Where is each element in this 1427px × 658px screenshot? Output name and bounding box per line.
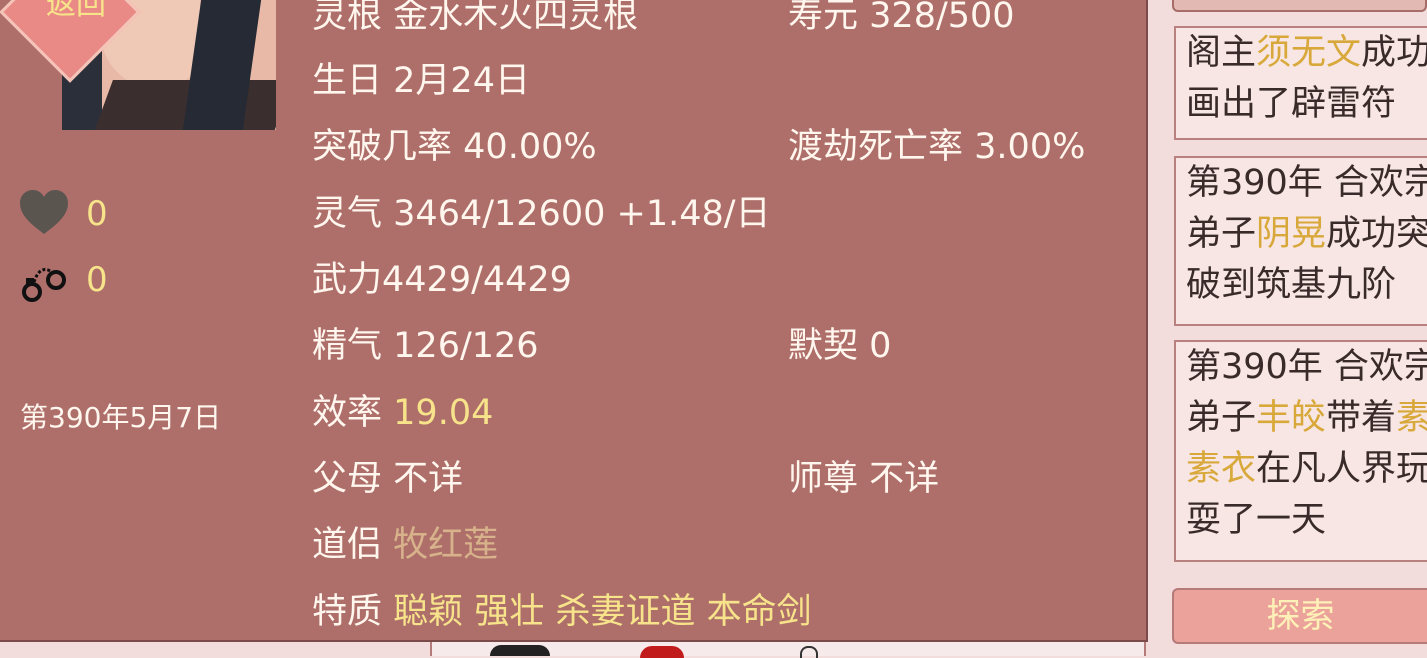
stat-efficiency: 效率 19.04 [312, 393, 493, 433]
heart-count: 0 [86, 194, 108, 234]
event-line: 第390年 合欢宗 [1186, 347, 1427, 387]
stat-value: 3.00% [974, 127, 1086, 167]
handcuff-icon [22, 268, 66, 302]
stat-label: 生日 [312, 61, 383, 101]
event-line: 第390年 合欢宗 [1186, 163, 1427, 203]
character-hair-sprite [490, 645, 550, 656]
stat-value: 2月24日 [393, 61, 530, 101]
heart-icon [20, 190, 68, 234]
event-line: 素衣在凡人界玩 [1186, 444, 1427, 495]
stat-label: 渡劫死亡率 [788, 127, 964, 167]
stat-wuli: 武力4429/4429 [312, 260, 572, 300]
stat-value: 126/126 [393, 326, 539, 366]
stat-shouyuan: 寿元 328/500 [788, 0, 1015, 36]
stat-jingqi: 精气 126/126 [312, 326, 539, 366]
stat-value: 不详 [869, 459, 940, 499]
stat-value: 19.04 [393, 393, 494, 433]
event-card: 阁主须无文成功 画出了辟雷符 [1174, 26, 1427, 140]
stat-label: 寿元 [788, 0, 859, 36]
stat-label: 精气 [312, 326, 383, 366]
event-line: 画出了辟雷符 [1186, 84, 1397, 124]
explore-button[interactable]: 探索 [1172, 588, 1427, 644]
stat-daolv: 道侣 牧红莲 [312, 525, 498, 565]
stat-value: 金水木火四灵根 [393, 0, 639, 36]
event-highlight: 丰皎 [1256, 398, 1327, 438]
event-card: 第390年 合欢宗 弟子丰皎带着素 素衣在凡人界玩 耍了一天 [1174, 340, 1427, 562]
stat-dujie: 渡劫死亡率 3.00% [788, 127, 1085, 167]
event-line: 破到筑基九阶 [1186, 265, 1397, 305]
event-line: 弟子阴晃成功突 [1186, 209, 1427, 260]
event-highlight: 阴晃 [1256, 214, 1327, 254]
stat-value: 不详 [393, 459, 464, 499]
stat-label: 特质 [312, 592, 383, 632]
stat-label: 默契 [788, 326, 859, 366]
event-log-top-edge [1172, 0, 1427, 12]
stat-value: 40.00% [463, 127, 597, 167]
stat-traits: 特质 聪颖 强壮 杀妻证道 本命剑 [312, 592, 812, 632]
heart-sprite [640, 646, 684, 658]
trait-tag[interactable]: 杀妻证道 [555, 592, 695, 632]
event-line: 阁主须无文成功 [1186, 28, 1427, 79]
stat-label: 灵气 [312, 194, 383, 234]
event-text: 带着 [1326, 398, 1397, 438]
event-card: 第390年 合欢宗 弟子阴晃成功突 破到筑基九阶 [1174, 156, 1427, 326]
stat-value: 0 [869, 326, 892, 366]
stat-moqi: 默契 0 [788, 326, 891, 366]
trait-tag[interactable]: 本命剑 [707, 592, 812, 632]
stat-label: 父母 [312, 459, 383, 499]
stat-breakthrough: 突破几率 40.00% [312, 127, 597, 167]
event-text: 成功突 [1326, 214, 1427, 254]
game-date: 第390年5月7日 [20, 401, 222, 434]
stat-value: 4429/4429 [382, 260, 572, 300]
stat-label: 灵根 [312, 0, 383, 36]
event-line: 弟子丰皎带着素 [1186, 393, 1427, 444]
daolv-link[interactable]: 牧红莲 [393, 525, 498, 565]
stat-value: 3464/12600 +1.48/日 [393, 194, 771, 234]
stat-parents: 父母 不详 [312, 459, 463, 499]
event-text: 阁主 [1186, 33, 1257, 73]
stat-master: 师尊 不详 [788, 459, 939, 499]
event-highlight: 须无文 [1256, 33, 1362, 73]
stat-label: 突破几率 [312, 127, 453, 167]
trait-tag[interactable]: 强壮 [474, 592, 544, 632]
stat-linggen: 灵根 金水木火四灵根 [312, 0, 638, 36]
stat-lingqi: 灵气 3464/12600 +1.48/日 [312, 194, 771, 234]
event-text: 弟子 [1186, 214, 1257, 254]
cuff-sprite [800, 646, 818, 658]
trait-tag[interactable]: 聪颖 [393, 592, 463, 632]
event-line: 耍了一天 [1186, 500, 1327, 540]
character-info-panel: 返回 0 0 第390年5月7日 灵根 金水木火四灵根 寿元 328/500 生… [0, 0, 1148, 642]
stat-value: 328/500 [869, 0, 1015, 36]
stat-label: 道侣 [312, 525, 383, 565]
back-button-label[interactable]: 返回 [36, 0, 116, 20]
stat-label: 效率 [312, 393, 383, 433]
stat-birthday: 生日 2月24日 [312, 61, 530, 101]
event-highlight: 素 [1396, 398, 1427, 438]
event-text: 弟子 [1186, 398, 1257, 438]
stat-label: 师尊 [788, 459, 859, 499]
stat-label: 武力 [312, 260, 383, 300]
cuff-count: 0 [86, 260, 108, 300]
event-text: 成功 [1361, 33, 1427, 73]
event-text: 在凡人界玩 [1256, 449, 1427, 489]
event-highlight: 素衣 [1186, 449, 1257, 489]
